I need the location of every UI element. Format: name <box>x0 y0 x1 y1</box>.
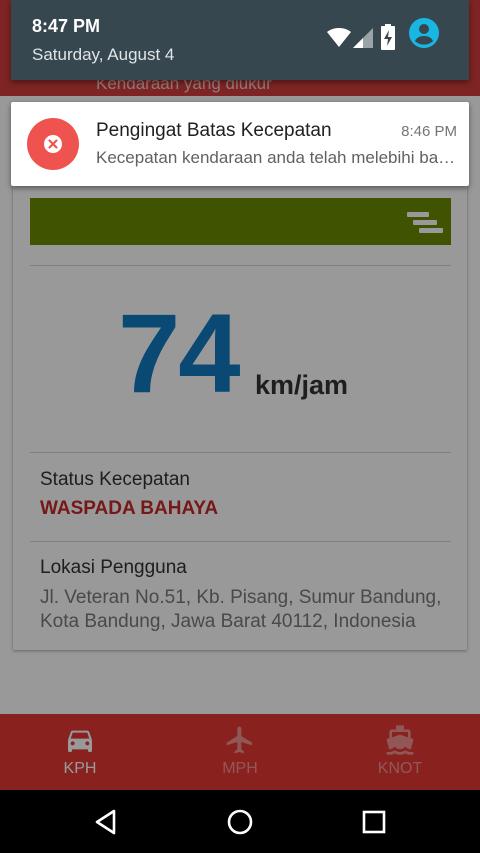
status-icons <box>327 18 447 56</box>
account-icon[interactable] <box>407 16 441 50</box>
notification-time: 8:46 PM <box>401 123 457 140</box>
recents-icon[interactable] <box>360 808 388 836</box>
battery-charging-icon <box>381 24 395 50</box>
status-time: 8:47 PM <box>32 16 101 36</box>
wifi-icon <box>327 28 351 47</box>
quick-settings-header[interactable]: 8:47 PM Saturday, August 4 <box>11 0 469 80</box>
close-circle-icon <box>27 118 79 170</box>
back-icon[interactable] <box>92 808 120 836</box>
signal-icon <box>353 28 373 48</box>
system-navigation-bar <box>0 790 480 853</box>
status-date: Saturday, August 4 <box>32 45 175 64</box>
notification-title: Pengingat Batas Kecepatan <box>96 120 332 141</box>
home-icon[interactable] <box>226 808 254 836</box>
notification-body: Kecepatan kendaraan anda telah melebihi … <box>96 148 456 167</box>
notification-card[interactable]: Pengingat Batas Kecepatan 8:46 PM Kecepa… <box>11 102 469 186</box>
